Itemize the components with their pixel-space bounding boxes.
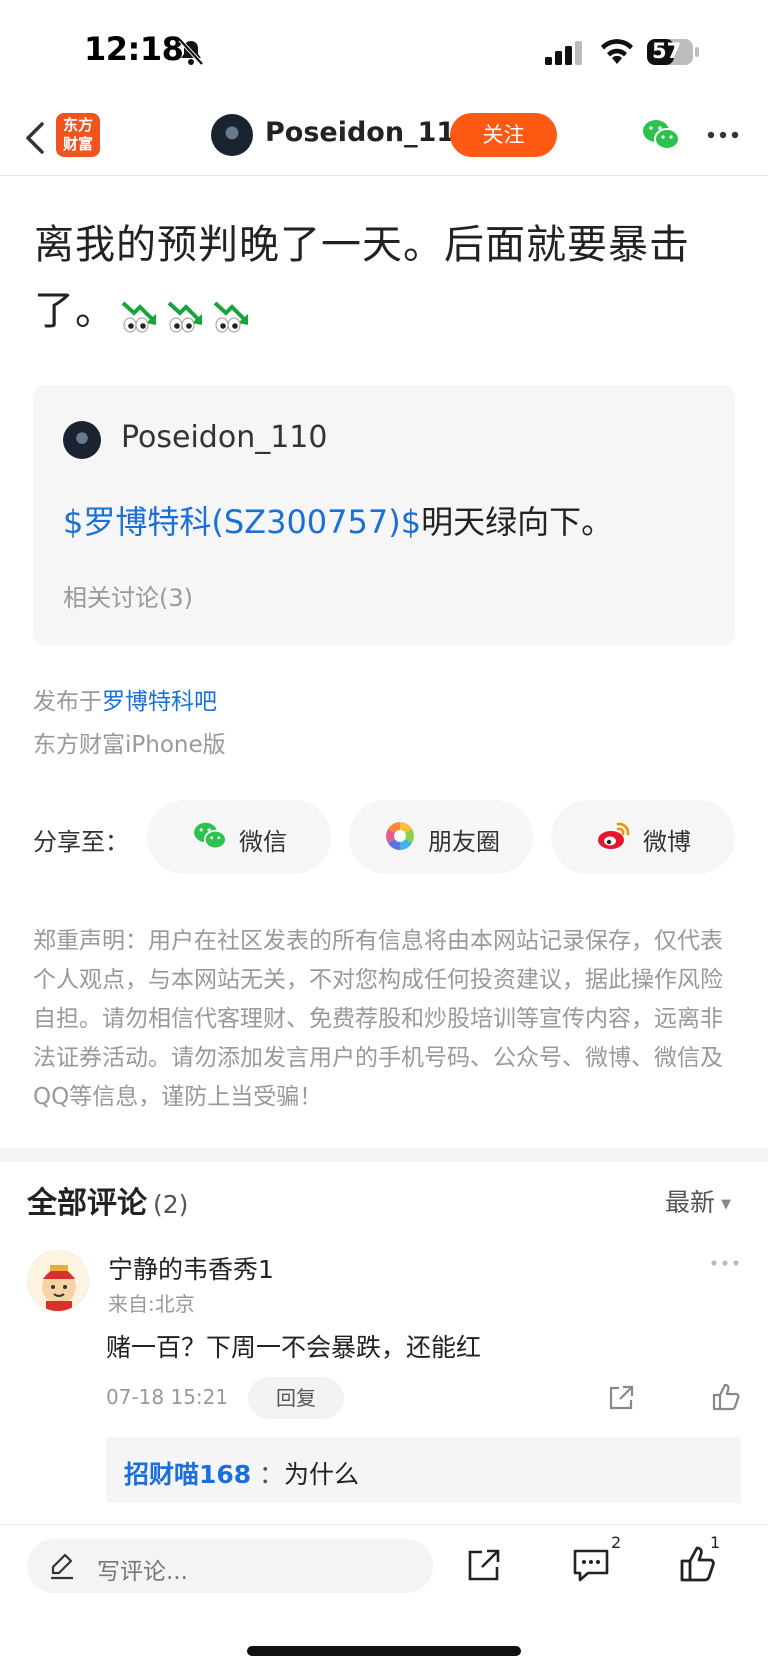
quoted-post-text: $罗博特科(SZ300757)$明天绿向下。	[63, 497, 613, 543]
thumbs-up-icon[interactable]	[711, 1382, 741, 1412]
commenter-avatar[interactable]	[27, 1250, 89, 1312]
eyes-chart-down-emoji	[213, 301, 248, 333]
author-avatar[interactable]	[211, 114, 253, 156]
eyes-chart-down-emoji	[167, 301, 202, 333]
home-indicator	[247, 1646, 521, 1656]
share-wechat-label: 微信	[239, 828, 287, 856]
battery-icon: 57	[646, 38, 700, 66]
share-out-icon[interactable]	[606, 1383, 636, 1413]
share-weibo-button[interactable]: 微博	[551, 800, 735, 874]
sort-label: 最新	[665, 1188, 716, 1217]
quoted-post-body: 明天绿向下。	[421, 503, 614, 541]
reply-text: 为什么	[284, 1460, 360, 1489]
commenter-location: 来自:北京	[108, 1292, 195, 1316]
bell-muted-icon	[178, 38, 204, 66]
stock-link[interactable]: $罗博特科(SZ300757)$	[63, 503, 421, 541]
nav-bar: 东方 财富 Poseidon_110 关注	[0, 100, 768, 176]
comment-input[interactable]: 写评论...	[27, 1539, 433, 1593]
comment-bubble-icon[interactable]	[572, 1547, 610, 1583]
comments-count: (2)	[153, 1190, 189, 1219]
bottom-action-bar: 写评论... 2 1	[0, 1524, 768, 1665]
battery-level: 57	[652, 39, 682, 63]
caret-down-icon: ▼	[721, 1196, 732, 1212]
wechat-icon	[194, 822, 227, 850]
share-label: 分享至：	[33, 828, 129, 856]
stock-bar-link[interactable]: 罗博特科吧	[102, 689, 217, 715]
reply-button[interactable]: 回复	[248, 1377, 344, 1419]
more-dots-icon[interactable]	[706, 122, 740, 148]
quoted-post-card[interactable]: Poseidon_110 $罗博特科(SZ300757)$明天绿向下。 相关讨论…	[33, 385, 735, 645]
quoted-author-username: Poseidon_110	[121, 420, 328, 455]
pencil-icon	[51, 1553, 73, 1580]
comment-input-placeholder: 写评论...	[97, 1559, 188, 1585]
more-dots-icon[interactable]	[710, 1256, 740, 1270]
reply-colon: ：	[259, 1460, 285, 1489]
app-logo-line2: 财富	[62, 135, 93, 153]
reply-preview[interactable]: 招财喵168 ： 为什么	[106, 1437, 741, 1503]
chevron-left-icon[interactable]	[22, 118, 50, 158]
author-username[interactable]: Poseidon_110	[265, 117, 474, 148]
comments-title: 全部评论 (2)	[27, 1178, 188, 1222]
comment-time: 07-18 15:21	[106, 1385, 229, 1409]
weibo-icon	[598, 822, 630, 849]
share-moments-button[interactable]: 朋友圈	[349, 800, 533, 874]
posted-in: 发布于罗博特科吧	[33, 682, 217, 716]
post-emojis	[120, 280, 258, 346]
reply-username[interactable]: 招财喵168	[124, 1455, 251, 1491]
related-discussions-link[interactable]: 相关讨论(3)	[63, 578, 193, 613]
status-time: 12:18	[84, 30, 184, 68]
share-wechat-button[interactable]: 微信	[147, 800, 331, 874]
share-weibo-label: 微博	[643, 828, 691, 856]
post-text: 离我的预判晚了一天。后面就要暴击了。	[34, 212, 744, 346]
posted-in-prefix: 发布于	[33, 689, 102, 715]
eyes-chart-down-emoji	[121, 301, 156, 333]
follow-button[interactable]: 关注	[450, 113, 557, 157]
sort-dropdown[interactable]: 最新 ▼	[665, 1183, 731, 1219]
app-logo-line1: 东方	[62, 116, 93, 134]
disclaimer: 郑重声明：用户在社区发表的所有信息将由本网站记录保存，仅代表个人观点，与本网站无…	[33, 928, 723, 1110]
wifi-icon	[601, 39, 633, 64]
quoted-author-avatar	[63, 421, 101, 459]
share-moments-label: 朋友圈	[428, 828, 500, 856]
app-logo[interactable]: 东方 财富	[56, 113, 100, 157]
comment-count-badge: 2	[611, 1533, 622, 1552]
commenter-username[interactable]: 宁静的韦香秀1	[108, 1250, 274, 1286]
section-divider	[0, 1148, 768, 1162]
wechat-icon[interactable]	[642, 118, 680, 152]
post-device: 东方财富iPhone版	[33, 732, 226, 758]
comment-text: 赌一百？下周一不会暴跌，还能红	[106, 1333, 482, 1362]
moments-icon	[386, 822, 414, 850]
comments-title-label: 全部评论	[27, 1186, 147, 1221]
status-bar: 12:18 57	[0, 0, 768, 100]
like-count-badge: 1	[710, 1533, 721, 1552]
cellular-signal-icon	[545, 41, 582, 65]
share-out-icon[interactable]	[466, 1547, 502, 1583]
